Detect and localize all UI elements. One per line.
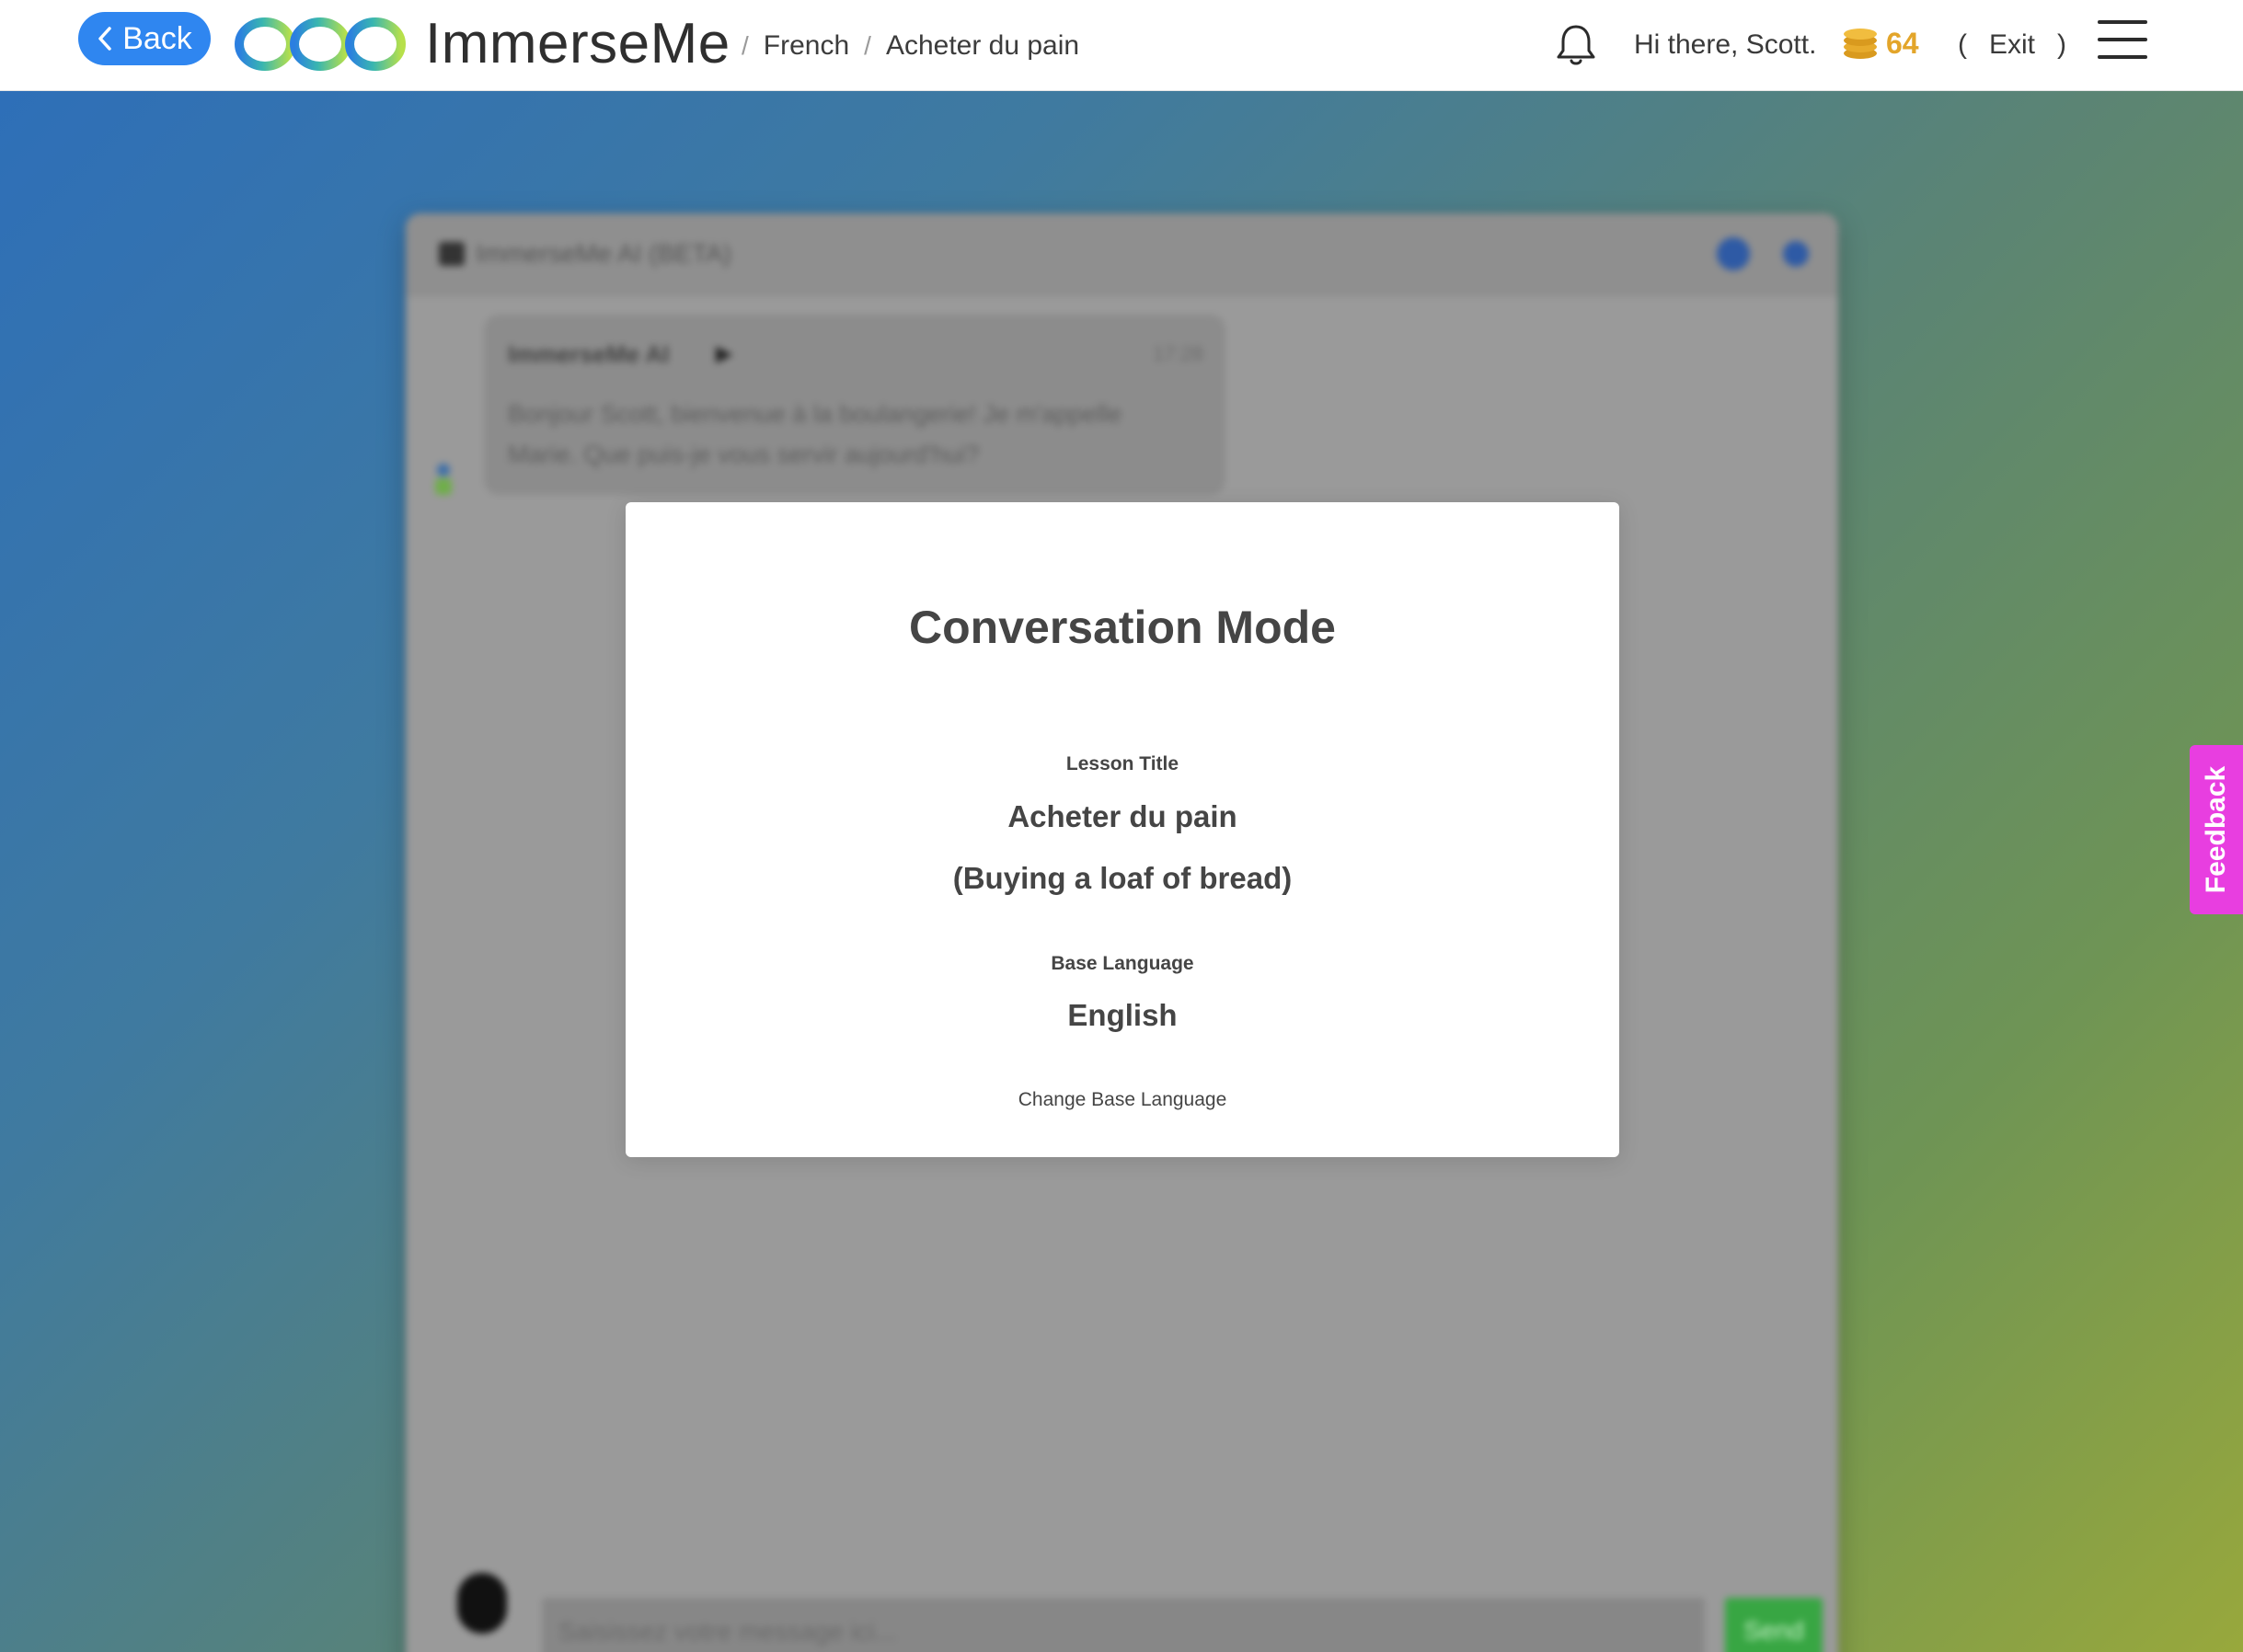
microphone-button[interactable]	[457, 1573, 507, 1634]
breadcrumb: / French / Acheter du pain	[742, 28, 1079, 64]
chat-title-text: ImmerseMe AI (BETA)	[476, 239, 731, 268]
feedback-tab[interactable]: Feedback	[2190, 745, 2243, 914]
send-button[interactable]: Send	[1725, 1598, 1823, 1652]
back-button[interactable]: Back	[78, 12, 211, 65]
base-language-label: Base Language	[1051, 953, 1194, 974]
top-header: Back ImmerseMe / French / Acheter du pai…	[0, 0, 2243, 91]
message-text: Bonjour Scott, bienvenue à la boulangeri…	[508, 400, 1122, 468]
back-button-label: Back	[122, 20, 192, 56]
chevron-left-icon	[98, 27, 111, 51]
ai-avatar-icon	[435, 464, 452, 495]
chat-bot-icon	[439, 242, 465, 266]
exit-paren-open: (	[1958, 29, 1967, 60]
breadcrumb-language[interactable]: French	[764, 28, 849, 64]
info-icon[interactable]	[1717, 237, 1750, 270]
change-base-language-link[interactable]: Change Base Language	[626, 1087, 1619, 1113]
bell-icon[interactable]	[1555, 22, 1597, 68]
coin-count: 64	[1886, 27, 1919, 60]
brand-name: ImmerseMe	[425, 12, 730, 75]
modal-title: Conversation Mode	[909, 602, 1336, 653]
chat-title: ImmerseMe AI (BETA)	[439, 239, 731, 269]
infinity-logo-icon	[235, 17, 406, 71]
breadcrumb-separator: /	[864, 31, 871, 60]
feedback-label: Feedback	[2201, 765, 2231, 894]
base-language-value: English	[1067, 998, 1178, 1032]
exit-paren-close: )	[2057, 29, 2067, 60]
message-input[interactable]: Saisissez votre message ici...	[542, 1598, 1705, 1652]
lesson-title: Acheter du pain	[1007, 799, 1237, 833]
hamburger-menu-icon[interactable]	[2098, 20, 2147, 61]
lesson-translation: (Buying a loaf of bread)	[952, 861, 1293, 895]
settings-icon[interactable]	[1783, 241, 1809, 267]
play-audio-icon[interactable]: ▶	[716, 340, 732, 367]
coin-stack-icon	[1844, 29, 1877, 59]
message-time: 17:28	[1152, 342, 1203, 365]
chat-header: ImmerseMe AI (BETA)	[406, 213, 1838, 296]
ai-message-bubble: ImmerseMe AI ▶ 17:28 Bonjour Scott, bien…	[484, 315, 1225, 495]
breadcrumb-lesson[interactable]: Acheter du pain	[886, 28, 1079, 64]
breadcrumb-separator: /	[742, 31, 749, 60]
coin-balance: 64	[1840, 25, 1919, 62]
conversation-mode-modal: Conversation Mode Lesson Title Acheter d…	[626, 502, 1619, 1157]
change-base-language-label[interactable]: Change Base Language	[1018, 1089, 1227, 1110]
lesson-title-label: Lesson Title	[1065, 753, 1179, 774]
greeting-text: Hi there, Scott.	[1634, 29, 1817, 60]
message-sender: ImmerseMe AI	[508, 340, 670, 368]
exit-label: Exit	[1989, 29, 2036, 60]
exit-button[interactable]: ( Exit )	[1958, 27, 2066, 63]
